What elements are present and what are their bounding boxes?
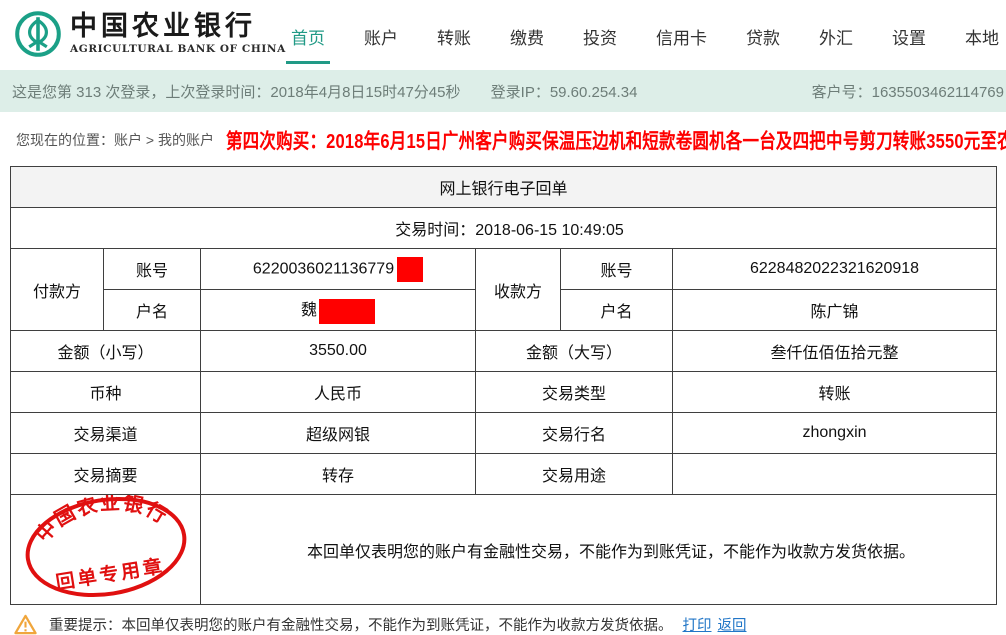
currency-row: 币种 人民币 交易类型 转账 bbox=[11, 372, 997, 413]
stamp-row: 中国农业银行 回单专用章 本回单仅表明您的账户有金融性交易，不能作为到账凭证，不… bbox=[11, 495, 997, 605]
warning-label: 重要提示： bbox=[49, 614, 122, 635]
amount-numeric-value: 3550.00 bbox=[201, 331, 476, 372]
login-info-bar: 这是您第 313 次登录，上次登录时间：2018年4月8日15时47分45秒 登… bbox=[0, 70, 1006, 112]
payer-account-number: 6220036021136779 bbox=[253, 260, 394, 277]
nav-accounts[interactable]: 账户 bbox=[359, 0, 403, 61]
login-session-info: 这是您第 313 次登录，上次登录时间：2018年4月8日15时47分45秒 登… bbox=[12, 81, 637, 102]
payee-account-label: 账号 bbox=[561, 249, 673, 290]
nav-loans[interactable]: 贷款 bbox=[741, 0, 785, 61]
amount-numeric-label: 金额（小写） bbox=[11, 331, 201, 372]
purpose-value bbox=[673, 454, 997, 495]
account-number-row: 付款方 账号 6220036021136779 收款方 账号 622848202… bbox=[11, 249, 997, 290]
summary-value: 转存 bbox=[201, 454, 476, 495]
receipt-stamp-icon: 中国农业银行 回单专用章 bbox=[14, 495, 196, 605]
main-nav: 首页 账户 转账 缴费 投资 信用卡 贷款 外汇 设置 本地 bbox=[286, 0, 1006, 70]
bank-name-en: AGRICULTURAL BANK OF CHINA bbox=[70, 43, 286, 55]
receipt-title-row: 网上银行电子回单 bbox=[11, 167, 997, 208]
abc-bank-emblem-icon bbox=[14, 10, 62, 58]
transaction-time-row: 交易时间：2018-06-15 10:49:05 bbox=[11, 208, 997, 249]
transaction-type-value: 转账 bbox=[673, 372, 997, 413]
payer-name-text: 魏 bbox=[301, 302, 317, 319]
nav-bill-payment[interactable]: 缴费 bbox=[505, 0, 549, 61]
stamp-text-bottom: 回单专用章 bbox=[54, 554, 166, 594]
svg-text:中国农业银行: 中国农业银行 bbox=[25, 495, 175, 549]
site-header: 中国农业银行 AGRICULTURAL BANK OF CHINA 首页 账户 … bbox=[0, 0, 1006, 70]
transaction-time: 交易时间：2018-06-15 10:49:05 bbox=[11, 208, 997, 249]
login-count-text: 这是您第 313 次登录，上次登录时间：2018年4月8日15时47分45秒 bbox=[12, 84, 460, 101]
login-ip-text: 登录IP：59.60.254.34 bbox=[491, 84, 638, 101]
currency-label: 币种 bbox=[11, 372, 201, 413]
summary-label: 交易摘要 bbox=[11, 454, 201, 495]
purpose-label: 交易用途 bbox=[476, 454, 673, 495]
channel-label: 交易渠道 bbox=[11, 413, 201, 454]
channel-row: 交易渠道 超级网银 交易行名 zhongxin bbox=[11, 413, 997, 454]
amount-words-label: 金额（大写） bbox=[476, 331, 673, 372]
receipt-disclaimer: 本回单仅表明您的账户有金融性交易，不能作为到账凭证，不能作为收款方发货依据。 bbox=[201, 495, 997, 605]
summary-row: 交易摘要 转存 交易用途 bbox=[11, 454, 997, 495]
amount-row: 金额（小写） 3550.00 金额（大写） 叁仟伍佰伍拾元整 bbox=[11, 331, 997, 372]
warning-text: 本回单仅表明您的账户有金融性交易，不能作为到账凭证，不能作为收款方发货依据。 bbox=[122, 614, 673, 635]
redaction-box-icon bbox=[319, 299, 375, 324]
print-link[interactable]: 打印 bbox=[683, 614, 712, 635]
channel-value: 超级网银 bbox=[201, 413, 476, 454]
transaction-time-value: 2018-06-15 10:49:05 bbox=[475, 222, 624, 239]
payer-account-value: 6220036021136779 bbox=[201, 249, 476, 290]
breadcrumb-row: 您现在的位置：账户 > 我的账户 第四次购买：2018年6月15日广州客户购买保… bbox=[8, 126, 1006, 154]
currency-value: 人民币 bbox=[201, 372, 476, 413]
payee-group-label: 收款方 bbox=[476, 249, 561, 331]
nav-home[interactable]: 首页 bbox=[286, 0, 330, 64]
back-link[interactable]: 返回 bbox=[718, 614, 747, 635]
nav-transfer[interactable]: 转账 bbox=[432, 0, 476, 61]
nav-investment[interactable]: 投资 bbox=[578, 0, 622, 61]
bank-name-cn: 中国农业银行 bbox=[70, 13, 286, 41]
bank-logo[interactable]: 中国农业银行 AGRICULTURAL BANK OF CHINA bbox=[14, 10, 286, 58]
transaction-time-label: 交易时间： bbox=[395, 222, 475, 239]
amount-words-value: 叁仟伍佰伍拾元整 bbox=[673, 331, 997, 372]
warning-icon bbox=[14, 614, 37, 635]
bank-logotype: 中国农业银行 AGRICULTURAL BANK OF CHINA bbox=[70, 13, 286, 55]
bank-name-label: 交易行名 bbox=[476, 413, 673, 454]
nav-settings[interactable]: 设置 bbox=[887, 0, 931, 61]
payer-name-label: 户名 bbox=[104, 290, 201, 331]
payee-name-label: 户名 bbox=[561, 290, 673, 331]
breadcrumb: 您现在的位置：账户 > 我的账户 bbox=[16, 130, 214, 150]
e-receipt-table: 网上银行电子回单 交易时间：2018-06-15 10:49:05 付款方 账号… bbox=[10, 166, 997, 605]
customer-id-text: 客户号：1635503462114769 bbox=[812, 81, 1004, 102]
abc-online-banking-page: 中国农业银行 AGRICULTURAL BANK OF CHINA 首页 账户 … bbox=[0, 0, 1006, 616]
stamp-text-top: 中国农业银行 bbox=[25, 495, 175, 549]
payer-account-label: 账号 bbox=[104, 249, 201, 290]
payee-name-value: 陈广锦 bbox=[673, 290, 997, 331]
receipt-title: 网上银行电子回单 bbox=[11, 167, 997, 208]
payee-account-value: 6228482022321620918 bbox=[673, 249, 997, 290]
nav-local[interactable]: 本地 bbox=[960, 0, 1004, 61]
nav-credit-card[interactable]: 信用卡 bbox=[651, 0, 712, 61]
footer-warning: 重要提示：本回单仅表明您的账户有金融性交易，不能作为到账凭证，不能作为收款方发货… bbox=[14, 614, 1006, 635]
payer-name-value: 魏 bbox=[201, 290, 476, 331]
nav-forex[interactable]: 外汇 bbox=[814, 0, 858, 61]
payer-group-label: 付款方 bbox=[11, 249, 104, 331]
redaction-box-icon bbox=[397, 257, 423, 282]
transaction-type-label: 交易类型 bbox=[476, 372, 673, 413]
purchase-annotation: 第四次购买：2018年6月15日广州客户购买保温压边机和短款卷圆机各一台及四把中… bbox=[226, 124, 1006, 154]
stamp-cell: 中国农业银行 回单专用章 bbox=[11, 495, 201, 605]
bank-name-value: zhongxin bbox=[673, 413, 997, 454]
